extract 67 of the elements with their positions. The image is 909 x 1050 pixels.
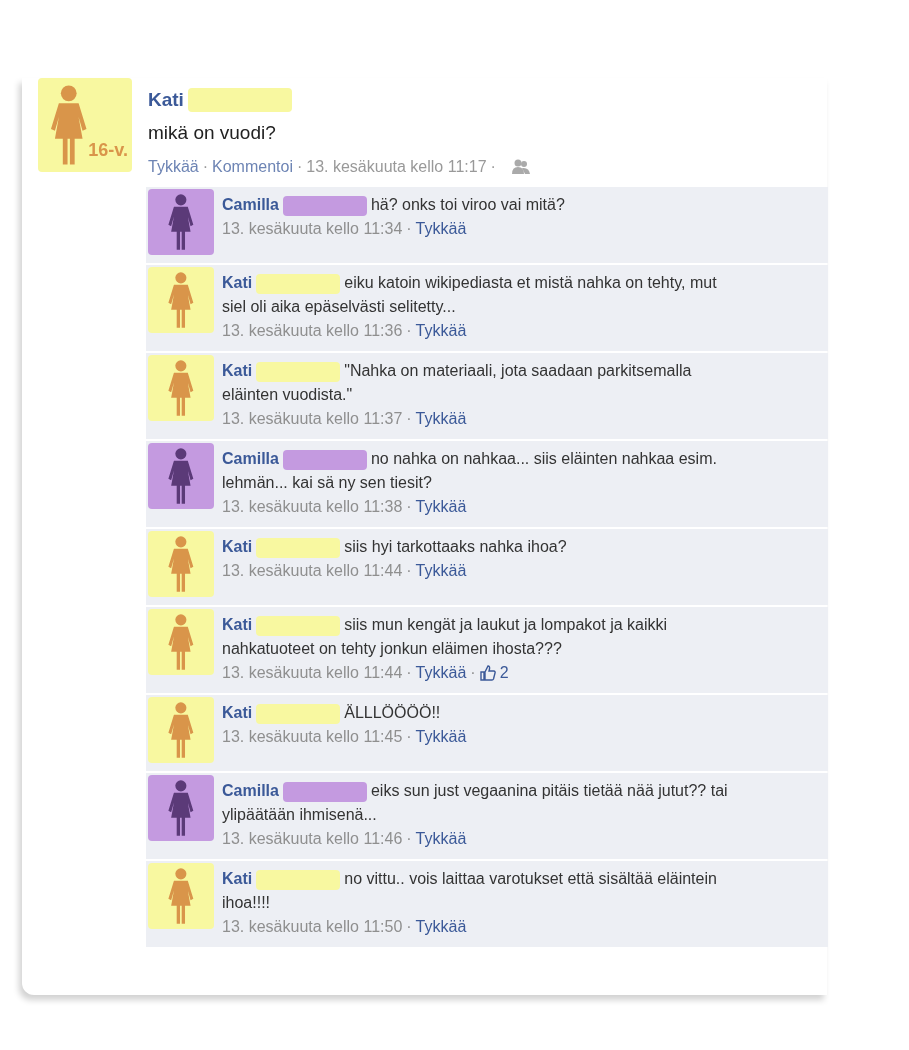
age-label: 16-v. [88,139,128,162]
separator-dot: · [406,917,412,937]
avatar[interactable] [148,775,214,841]
avatar[interactable] [148,443,214,509]
avatar[interactable] [148,863,214,929]
like-link[interactable]: Tykkää [415,915,467,939]
separator-dot: · [406,663,412,683]
separator-dot: · [470,663,476,683]
author-link[interactable]: Camilla [222,782,279,799]
separator-dot: · [202,157,208,177]
comment-text: Camilla hä? onks toi viroo vai mitä? [222,193,742,217]
timestamp: 13. kesäkuuta kello 11:38 [222,497,403,517]
like-link[interactable]: Tykkää [415,827,467,851]
separator-dot: · [406,727,412,747]
avatar[interactable] [148,267,214,333]
comment-text: Kati "Nahka on materiaali, jota saadaan parkitsemalla eläinten vuodista." [222,360,693,405]
comment-text: Kati ÄLLLÖÖÖÖ!! [222,701,742,725]
timestamp: 13. kesäkuuta kello 11:17 [306,157,487,177]
separator-dot: · [406,321,412,341]
avatar[interactable] [148,189,214,255]
author-link[interactable]: Kati [222,704,253,721]
author-link[interactable]: Camilla [222,196,279,213]
comment-text: Camilla eiks sun just vegaanina pitäis tietää nää jutut?? tai ylipäätään ihmisenä... [222,780,729,825]
author-link[interactable]: Kati [148,86,184,115]
comment-text: Kati siis mun kengät ja laukut ja lompakot ja kaikki nahkatuoteet on tehty jonkun eläimen ihosta??? [222,614,669,659]
avatar[interactable] [148,531,214,597]
like-link[interactable]: Tykkää [415,495,467,519]
avatar[interactable] [148,697,214,763]
separator-dot: · [406,219,412,239]
separator-dot: · [296,157,303,177]
action-link[interactable]: Tykkää [148,155,199,179]
like-link[interactable]: Tykkää [415,559,467,583]
comment-text: Kati no vittu.. vois laittaa varotukset että sisältää eläintein ihoa!!!! [222,868,718,913]
like-link[interactable]: Tykkää [415,725,467,749]
friends-icon[interactable] [511,159,530,175]
like-link[interactable]: Tykkää [415,319,467,343]
timestamp: 13. kesäkuuta kello 11:44 [222,663,403,683]
timestamp: 13. kesäkuuta kello 11:44 [222,561,403,581]
action-link[interactable]: Kommentoi [212,155,293,179]
author-link[interactable]: Camilla [222,450,279,467]
post-text: mikä on vuodi? [148,120,277,145]
comment-text: Kati siis hyi tarkottaaks nahka ihoa? [222,535,742,559]
separator-dot: · [406,829,412,849]
like-link[interactable]: Tykkää [415,217,467,241]
like-count: 2 [499,663,509,683]
avatar[interactable] [148,355,214,421]
timestamp: 13. kesäkuuta kello 11:46 [222,829,403,849]
author-link[interactable]: Kati [222,274,253,291]
separator-dot: · [490,157,496,177]
comment-text: Camilla no nahka on nahkaa... siis eläinten nahkaa esim. lehmän... kai sä ny sen tiesit? [222,448,718,493]
avatar[interactable] [148,609,214,675]
separator-dot: · [406,497,412,517]
author-link[interactable]: Kati [222,538,253,555]
like-link[interactable]: Tykkää [415,407,467,431]
author-link[interactable]: Kati [222,870,253,887]
comment-text: Kati eiku katoin wikipediasta et mistä nahka on tehty, mut siel oli aika epäselvästi selitetty... [222,272,718,317]
author-link[interactable]: Kati [222,616,253,633]
like-link[interactable]: Tykkää [415,661,467,685]
timestamp: 13. kesäkuuta kello 11:36 [222,321,403,341]
separator-dot: · [406,409,412,429]
separator-dot: · [406,561,412,581]
author-link[interactable]: Kati [222,362,253,379]
timestamp: 13. kesäkuuta kello 11:34 [222,219,403,239]
thumbs-up-icon[interactable] [479,665,496,681]
timestamp: 13. kesäkuuta kello 11:50 [222,917,403,937]
timestamp: 13. kesäkuuta kello 11:45 [222,727,403,747]
timestamp: 13. kesäkuuta kello 11:37 [222,409,403,429]
